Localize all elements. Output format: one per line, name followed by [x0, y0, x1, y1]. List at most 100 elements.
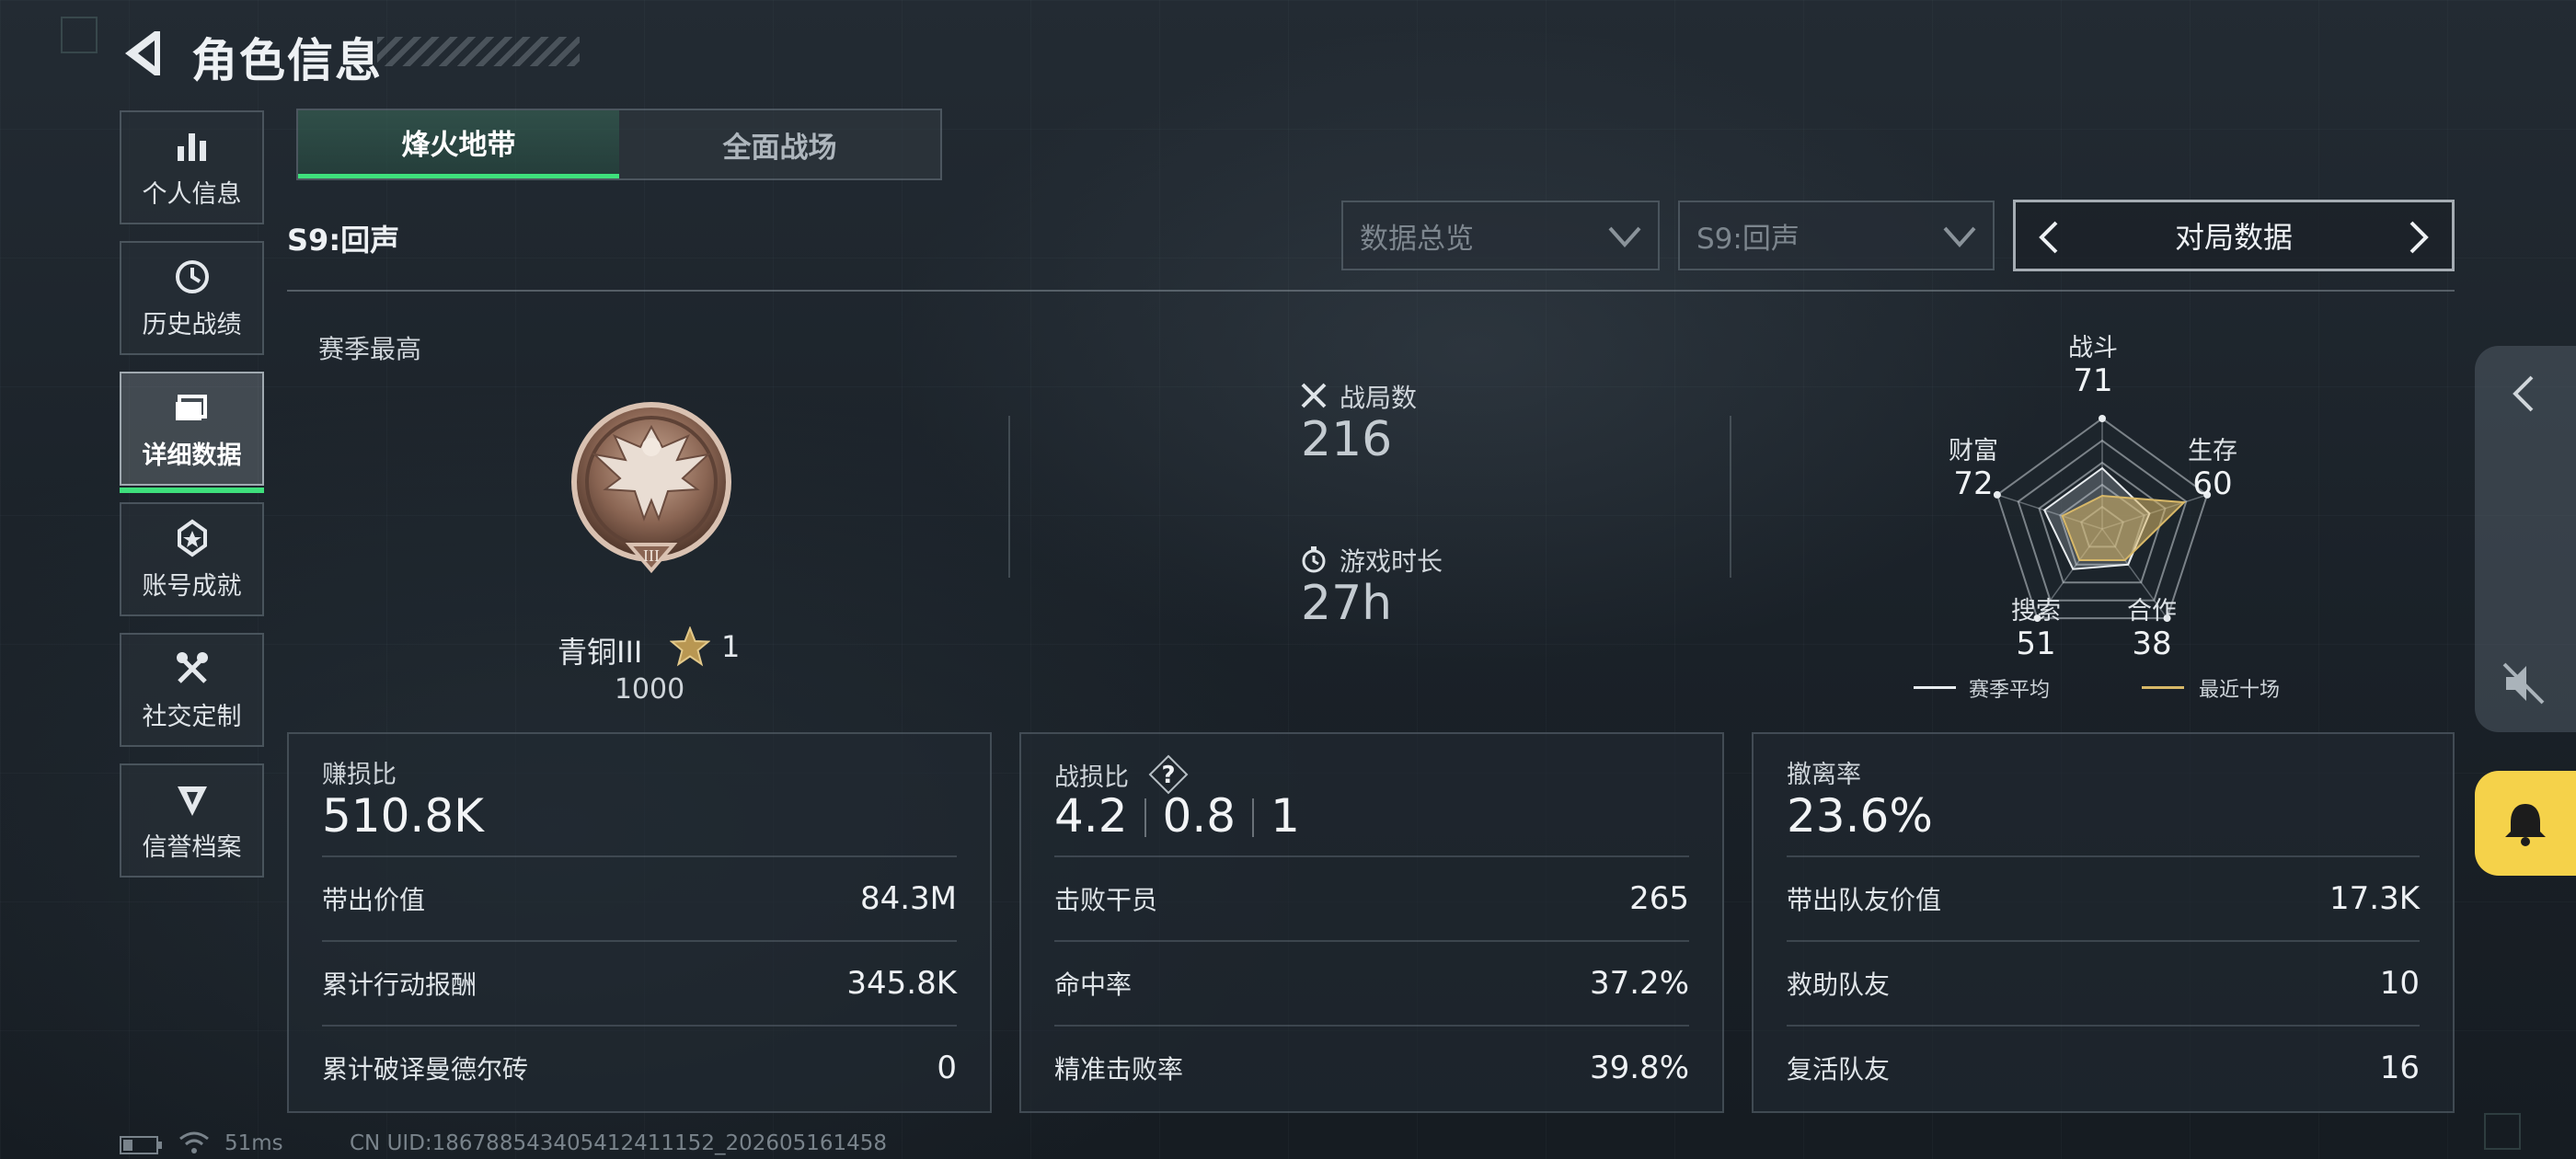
row-label: 精准击败率: [1054, 1054, 1184, 1084]
rank-caption: 赛季最高: [318, 334, 422, 364]
row-label: 救助队友: [1787, 970, 1891, 1000]
radar-value-combat: 71: [2073, 362, 2113, 399]
ping-text: 51ms: [224, 1131, 283, 1155]
svg-text:?: ?: [1161, 762, 1175, 789]
extraction-card: 撤离率 23.6% 带出队友价值 17.3K 救助队友 10 复活队友 16: [1752, 732, 2455, 1113]
divider: [1008, 416, 1010, 578]
overview-select-value: 数据总览: [1360, 222, 1474, 256]
row-value: 39.8%: [1589, 1050, 1689, 1086]
row-value: 16: [2379, 1050, 2420, 1086]
rank-star-count: 1: [721, 629, 741, 664]
uid-text: CN UID:18678854340541241​1152_2026051614…: [350, 1131, 888, 1155]
stopwatch-icon: [1302, 546, 1326, 573]
radar-value-survival: 60: [2192, 465, 2233, 502]
row-value: 10: [2379, 965, 2420, 1002]
bar-chart-icon: [177, 132, 206, 161]
profit-value: 510.8K: [322, 789, 484, 843]
playtime-value: 27h: [1301, 576, 1393, 631]
combat-card: 战损比 ? 4.2 0.8 1 击败干员 265 命中率 37.2% 精准击败率 3…: [1019, 732, 1724, 1113]
radar-label-teamwork: 合作: [2127, 597, 2177, 625]
extraction-title: 撤离率: [1787, 761, 1861, 789]
row-label: 累计破译曼德尔砖: [322, 1054, 529, 1084]
overview-select[interactable]: 数据总览: [1341, 201, 1660, 270]
profit-card: 赚损比 510.8K 带出价值 84.3M 累计行动报酬 345.8K 累计破译…: [287, 732, 992, 1113]
deaths-value: 0.8: [1162, 789, 1236, 843]
separator: [1144, 798, 1146, 837]
row-label: 带出价值: [322, 885, 426, 915]
notification-button[interactable]: [2475, 771, 2576, 876]
tab-full-battlefield[interactable]: 全面战场: [619, 110, 940, 178]
sidebar-item-achievements[interactable]: 账号成就: [120, 502, 264, 616]
row-label: 命中率: [1054, 970, 1133, 1000]
sidebar-item-social[interactable]: 社交定制: [120, 633, 264, 747]
rank-name: 青铜III: [558, 635, 643, 670]
playtime-label: 游戏时长: [1340, 546, 1443, 577]
radar-value-teamwork: 38: [2132, 625, 2172, 662]
sidebar-item-label: 历史战绩: [142, 310, 242, 339]
star-icon: [670, 626, 710, 667]
sidebar-item-credit[interactable]: 信誉档案: [120, 763, 264, 878]
page-title: 角色信息: [191, 34, 383, 87]
combat-ratio: 4.2 0.8 1: [1054, 789, 1300, 843]
combat-title: 战损比: [1054, 763, 1129, 792]
list-item: 击败干员 265: [1054, 855, 1689, 940]
data-pager: 对局数据: [2013, 200, 2455, 271]
achievement-icon: [177, 519, 207, 557]
tab-blaze-zone[interactable]: 烽火地带: [298, 110, 619, 178]
list-item: 精准击败率 39.8%: [1054, 1025, 1689, 1109]
divider: [1730, 416, 1731, 578]
clock-icon: [175, 259, 209, 293]
chevron-right-icon[interactable]: [2402, 219, 2435, 256]
sidebar-item-label: 账号成就: [142, 571, 242, 601]
sidebar-item-label: 个人信息: [142, 179, 242, 209]
list-item: 复活队友 16: [1787, 1025, 2420, 1109]
chevron-left-icon[interactable]: [2506, 373, 2543, 414]
row-value: 17.3K: [2329, 880, 2420, 917]
folder-icon: [175, 394, 207, 420]
mute-icon[interactable]: [2499, 659, 2548, 708]
chevron-down-icon: [1943, 226, 1976, 248]
list-item: 带出队友价值 17.3K: [1787, 855, 2420, 940]
list-item: 累计破译曼德尔砖 0: [322, 1025, 957, 1109]
sidebar-item-label: 社交定制: [142, 702, 242, 731]
bell-icon: [2505, 804, 2546, 846]
radar-label-search: 搜索: [2011, 597, 2061, 625]
row-value: 84.3M: [859, 880, 957, 917]
sidebar-item-details[interactable]: 详细数据: [120, 372, 264, 493]
legend-season-avg: 赛季平均: [1969, 679, 2051, 702]
wifi-icon: [179, 1131, 209, 1153]
divider: [287, 290, 2455, 292]
row-value: 265: [1629, 880, 1689, 917]
title-decoration: [377, 37, 580, 66]
row-label: 带出队友价值: [1787, 885, 1942, 915]
mode-tabs: 烽火地带 全面战场: [296, 109, 942, 180]
radar-value-wealth: 72: [1953, 465, 1994, 502]
back-arrow-icon[interactable]: [118, 28, 164, 79]
corner-decoration: [61, 17, 98, 53]
sidebar-item-label: 详细数据: [142, 441, 242, 470]
sidebar-item-profile[interactable]: 个人信息: [120, 110, 264, 224]
season-select[interactable]: S9:回声: [1678, 201, 1995, 270]
row-value: 37.2%: [1589, 965, 1689, 1002]
chevron-down-icon: [1608, 226, 1641, 248]
pager-label: 对局数据: [2174, 220, 2293, 255]
list-item: 命中率 37.2%: [1054, 940, 1689, 1025]
rank-score: 1000: [614, 673, 685, 706]
chevron-left-icon[interactable]: [2032, 219, 2065, 256]
radar-value-search: 51: [2016, 625, 2056, 662]
corner-decoration: [2484, 1113, 2521, 1150]
row-value: 345.8K: [846, 965, 957, 1002]
row-label: 累计行动报酬: [322, 970, 477, 1000]
radar-axis-dot: [2099, 415, 2106, 422]
battery-icon: [120, 1136, 162, 1154]
sidebar-item-history[interactable]: 历史战绩: [120, 241, 264, 355]
matches-value: 216: [1301, 412, 1393, 467]
radar-label-wealth: 财富: [1949, 437, 1998, 465]
kills-value: 4.2: [1054, 789, 1128, 843]
legend-recent: 最近十场: [2199, 679, 2281, 702]
row-label: 击败干员: [1054, 885, 1158, 915]
tools-icon: [176, 651, 208, 683]
row-value: 0: [937, 1050, 957, 1086]
row-label: 复活队友: [1787, 1054, 1891, 1084]
sidebar-item-label: 信誉档案: [142, 832, 242, 862]
